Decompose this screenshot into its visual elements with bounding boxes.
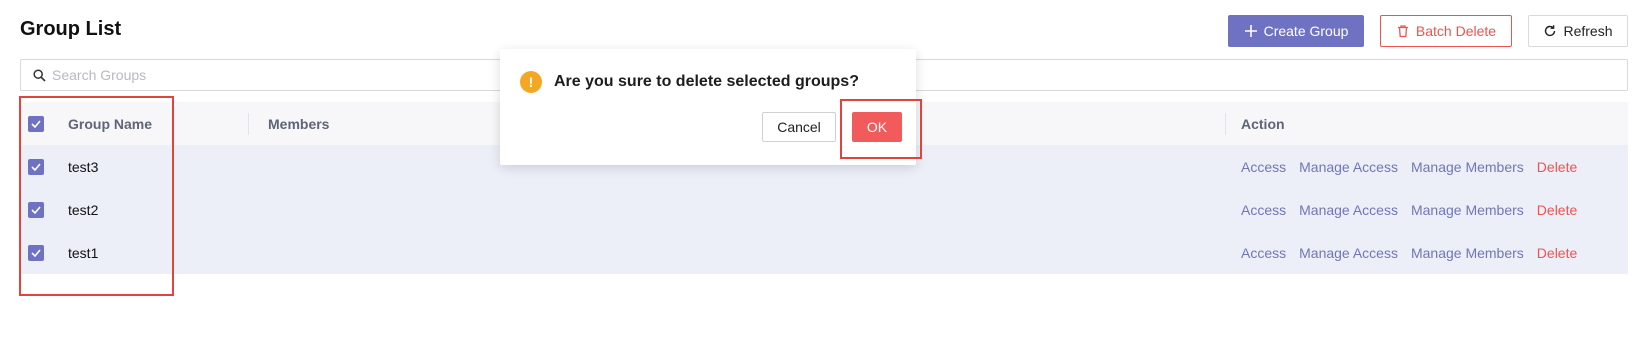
row-actions: Access Manage Access Manage Members Dele… xyxy=(1241,245,1577,261)
delete-link[interactable]: Delete xyxy=(1537,159,1577,175)
refresh-button[interactable]: Refresh xyxy=(1528,15,1628,47)
batch-delete-button[interactable]: Batch Delete xyxy=(1380,15,1512,47)
manage-access-link[interactable]: Manage Access xyxy=(1299,245,1398,261)
check-icon xyxy=(31,120,41,128)
column-header-action: Action xyxy=(1241,115,1285,132)
group-name-cell: test2 xyxy=(68,201,99,218)
refresh-label: Refresh xyxy=(1563,23,1613,39)
trash-icon xyxy=(1397,25,1408,38)
refresh-icon xyxy=(1545,25,1556,37)
dialog-message: Are you sure to delete selected groups? xyxy=(554,73,859,90)
row-checkbox[interactable] xyxy=(28,245,44,261)
column-header-members[interactable]: Members xyxy=(268,116,329,132)
search-input[interactable] xyxy=(52,67,452,83)
create-group-button[interactable]: Create Group xyxy=(1228,15,1364,47)
check-icon xyxy=(31,163,41,171)
batch-delete-label: Batch Delete xyxy=(1415,23,1497,39)
cancel-button[interactable]: Cancel xyxy=(762,112,836,142)
row-actions: Access Manage Access Manage Members Dele… xyxy=(1241,202,1577,218)
delete-link[interactable]: Delete xyxy=(1537,245,1577,261)
manage-members-link[interactable]: Manage Members xyxy=(1411,245,1524,261)
table-row: test1 Access Manage Access Manage Member… xyxy=(20,231,1628,274)
row-actions: Access Manage Access Manage Members Dele… xyxy=(1241,159,1577,175)
manage-access-link[interactable]: Manage Access xyxy=(1299,159,1398,175)
warning-icon: ! xyxy=(520,71,542,93)
delete-link[interactable]: Delete xyxy=(1537,202,1577,218)
confirm-delete-dialog: ! Are you sure to delete selected groups… xyxy=(500,49,916,165)
column-divider xyxy=(1225,113,1226,135)
access-link[interactable]: Access xyxy=(1241,159,1286,175)
manage-access-link[interactable]: Manage Access xyxy=(1299,202,1398,218)
plus-icon xyxy=(1244,25,1257,37)
access-link[interactable]: Access xyxy=(1241,202,1286,218)
select-all-checkbox[interactable] xyxy=(28,116,44,132)
group-name-cell: test1 xyxy=(68,244,99,261)
ok-button[interactable]: OK xyxy=(852,112,902,142)
create-group-label: Create Group xyxy=(1263,23,1349,39)
access-link[interactable]: Access xyxy=(1241,245,1286,261)
column-divider xyxy=(248,113,249,135)
search-icon xyxy=(33,68,46,82)
manage-members-link[interactable]: Manage Members xyxy=(1411,202,1524,218)
check-icon xyxy=(31,249,41,257)
row-checkbox[interactable] xyxy=(28,159,44,175)
group-name-cell: test3 xyxy=(68,158,99,175)
table-row: test2 Access Manage Access Manage Member… xyxy=(20,188,1628,231)
dialog-message-row: ! Are you sure to delete selected groups… xyxy=(520,71,859,93)
page-title: Group List xyxy=(20,18,122,40)
column-header-group-name[interactable]: Group Name xyxy=(68,116,152,132)
manage-members-link[interactable]: Manage Members xyxy=(1411,159,1524,175)
check-icon xyxy=(31,206,41,214)
row-checkbox[interactable] xyxy=(28,202,44,218)
